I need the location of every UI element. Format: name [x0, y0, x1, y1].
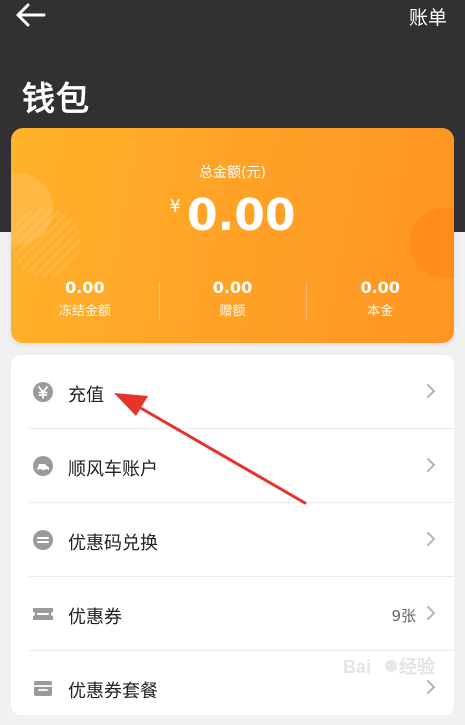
menu-item-label: 顺风车账户 [68, 459, 158, 480]
stat-frozen: 0.00 冻结金额 [11, 278, 159, 326]
menu-item-label: 充值 [68, 385, 104, 406]
chevron-right-icon [427, 606, 436, 620]
currency-symbol: ¥ [169, 196, 181, 217]
menu-item-promo-code[interactable]: 优惠码兑换 [11, 503, 454, 577]
stat-bonus: 0.00 赠额 [158, 278, 307, 326]
stat-value: 0.00 [65, 278, 105, 297]
stat-principal: 0.00 本金 [306, 278, 454, 326]
menu-item-recharge[interactable]: 充值 [11, 355, 454, 429]
balance-card: 总金额(元) ¥0.00 0.00 冻结金额 0.00 赠额 0.00 本金 [11, 128, 454, 343]
svg-text:经验: 经验 [399, 656, 436, 677]
menu-item-coupons[interactable]: 优惠券 9张 [11, 577, 454, 651]
page-title: 钱包 [22, 79, 90, 118]
coupon-package-icon [34, 681, 52, 696]
chevron-right-icon [427, 532, 436, 546]
stat-label: 冻结金额 [58, 304, 111, 319]
coupon-count: 9张 [391, 607, 416, 625]
menu-item-label: 优惠券套餐 [68, 681, 158, 702]
total-amount-value: 0.00 [186, 190, 296, 241]
bill-link[interactable]: 账单 [409, 3, 447, 30]
svg-text:Bai: Bai [343, 657, 371, 677]
yuan-coin-icon [33, 382, 53, 402]
back-arrow-icon [16, 3, 46, 27]
chevron-right-icon [427, 458, 436, 472]
total-amount-label: 总金额(元) [199, 165, 266, 181]
back-button[interactable] [14, 2, 48, 28]
stat-value: 0.00 [360, 278, 400, 297]
watermark-logo-icon: Bai 经验 [343, 656, 436, 677]
code-exchange-icon [33, 530, 53, 550]
balance-breakdown: 0.00 冻结金额 0.00 赠额 0.00 本金 [11, 278, 454, 326]
menu-item-label: 优惠码兑换 [68, 533, 158, 554]
car-account-icon [33, 456, 53, 476]
stat-value: 0.00 [212, 278, 253, 297]
stat-label: 赠额 [219, 304, 246, 319]
menu-item-label: 优惠券 [68, 607, 122, 628]
stat-label: 本金 [367, 304, 394, 319]
total-amount: ¥0.00 [11, 190, 454, 241]
coupon-ticket-icon [33, 608, 53, 620]
chevron-right-icon [427, 384, 436, 398]
menu-item-carpool-account[interactable]: 顺风车账户 [11, 429, 454, 503]
